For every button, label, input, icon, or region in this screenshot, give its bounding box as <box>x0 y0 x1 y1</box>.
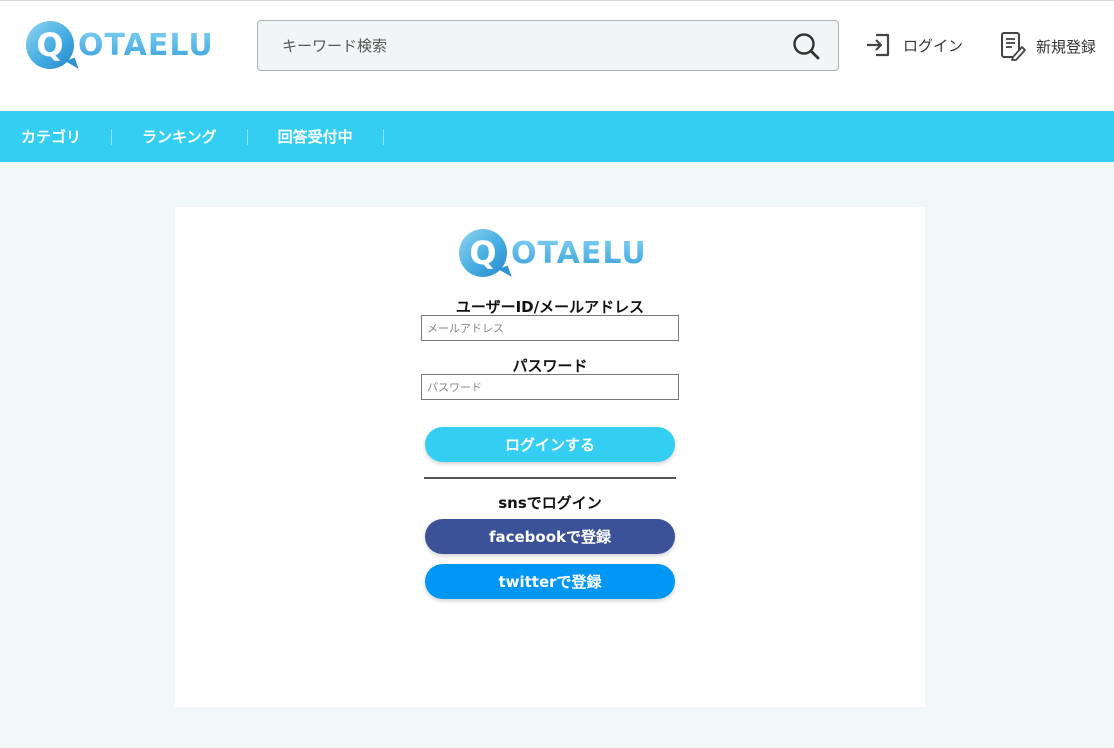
logo-wordmark: OTAELU <box>511 235 647 271</box>
logo-wordmark: OTAELU <box>78 27 214 63</box>
twitter-signup-button[interactable]: twitterで登録 <box>425 564 675 599</box>
email-field[interactable] <box>421 315 679 341</box>
logo-q-mark: Q <box>459 229 507 277</box>
facebook-signup-button[interactable]: facebookで登録 <box>425 519 675 554</box>
category-nav: カテゴリ ランキング 回答受付中 <box>0 111 1114 162</box>
signup-link[interactable]: 新規登録 <box>1000 31 1096 61</box>
nav-item-accepting-answers[interactable]: 回答受付中 <box>248 128 384 145</box>
divider <box>424 477 676 479</box>
password-label: パスワード <box>512 357 588 375</box>
login-link[interactable]: ログイン <box>865 31 963 59</box>
logo-q-mark: Q <box>26 21 74 69</box>
login-button[interactable]: ログインする <box>425 427 675 462</box>
search-input[interactable] <box>282 21 782 70</box>
sns-login-heading: snsでログイン <box>498 494 602 512</box>
card-logo: Q OTAELU <box>459 229 647 277</box>
login-card: Q OTAELU ユーザーID/メールアドレス パスワード ログインする sns… <box>175 207 925 707</box>
password-field[interactable] <box>421 374 679 400</box>
login-icon <box>867 33 890 57</box>
top-header: Q OTAELU ログイン 新規登録 <box>0 0 1114 111</box>
nav-item-category[interactable]: カテゴリ <box>0 128 113 145</box>
user-id-label: ユーザーID/メールアドレス <box>455 298 645 316</box>
login-link-label: ログイン <box>903 36 964 55</box>
search-icon[interactable] <box>792 32 820 60</box>
search-box <box>257 20 839 71</box>
signup-icon <box>1001 32 1026 61</box>
signup-link-label: 新規登録 <box>1036 37 1097 56</box>
site-logo[interactable]: Q OTAELU <box>26 21 214 69</box>
nav-item-ranking[interactable]: ランキング <box>112 128 248 145</box>
